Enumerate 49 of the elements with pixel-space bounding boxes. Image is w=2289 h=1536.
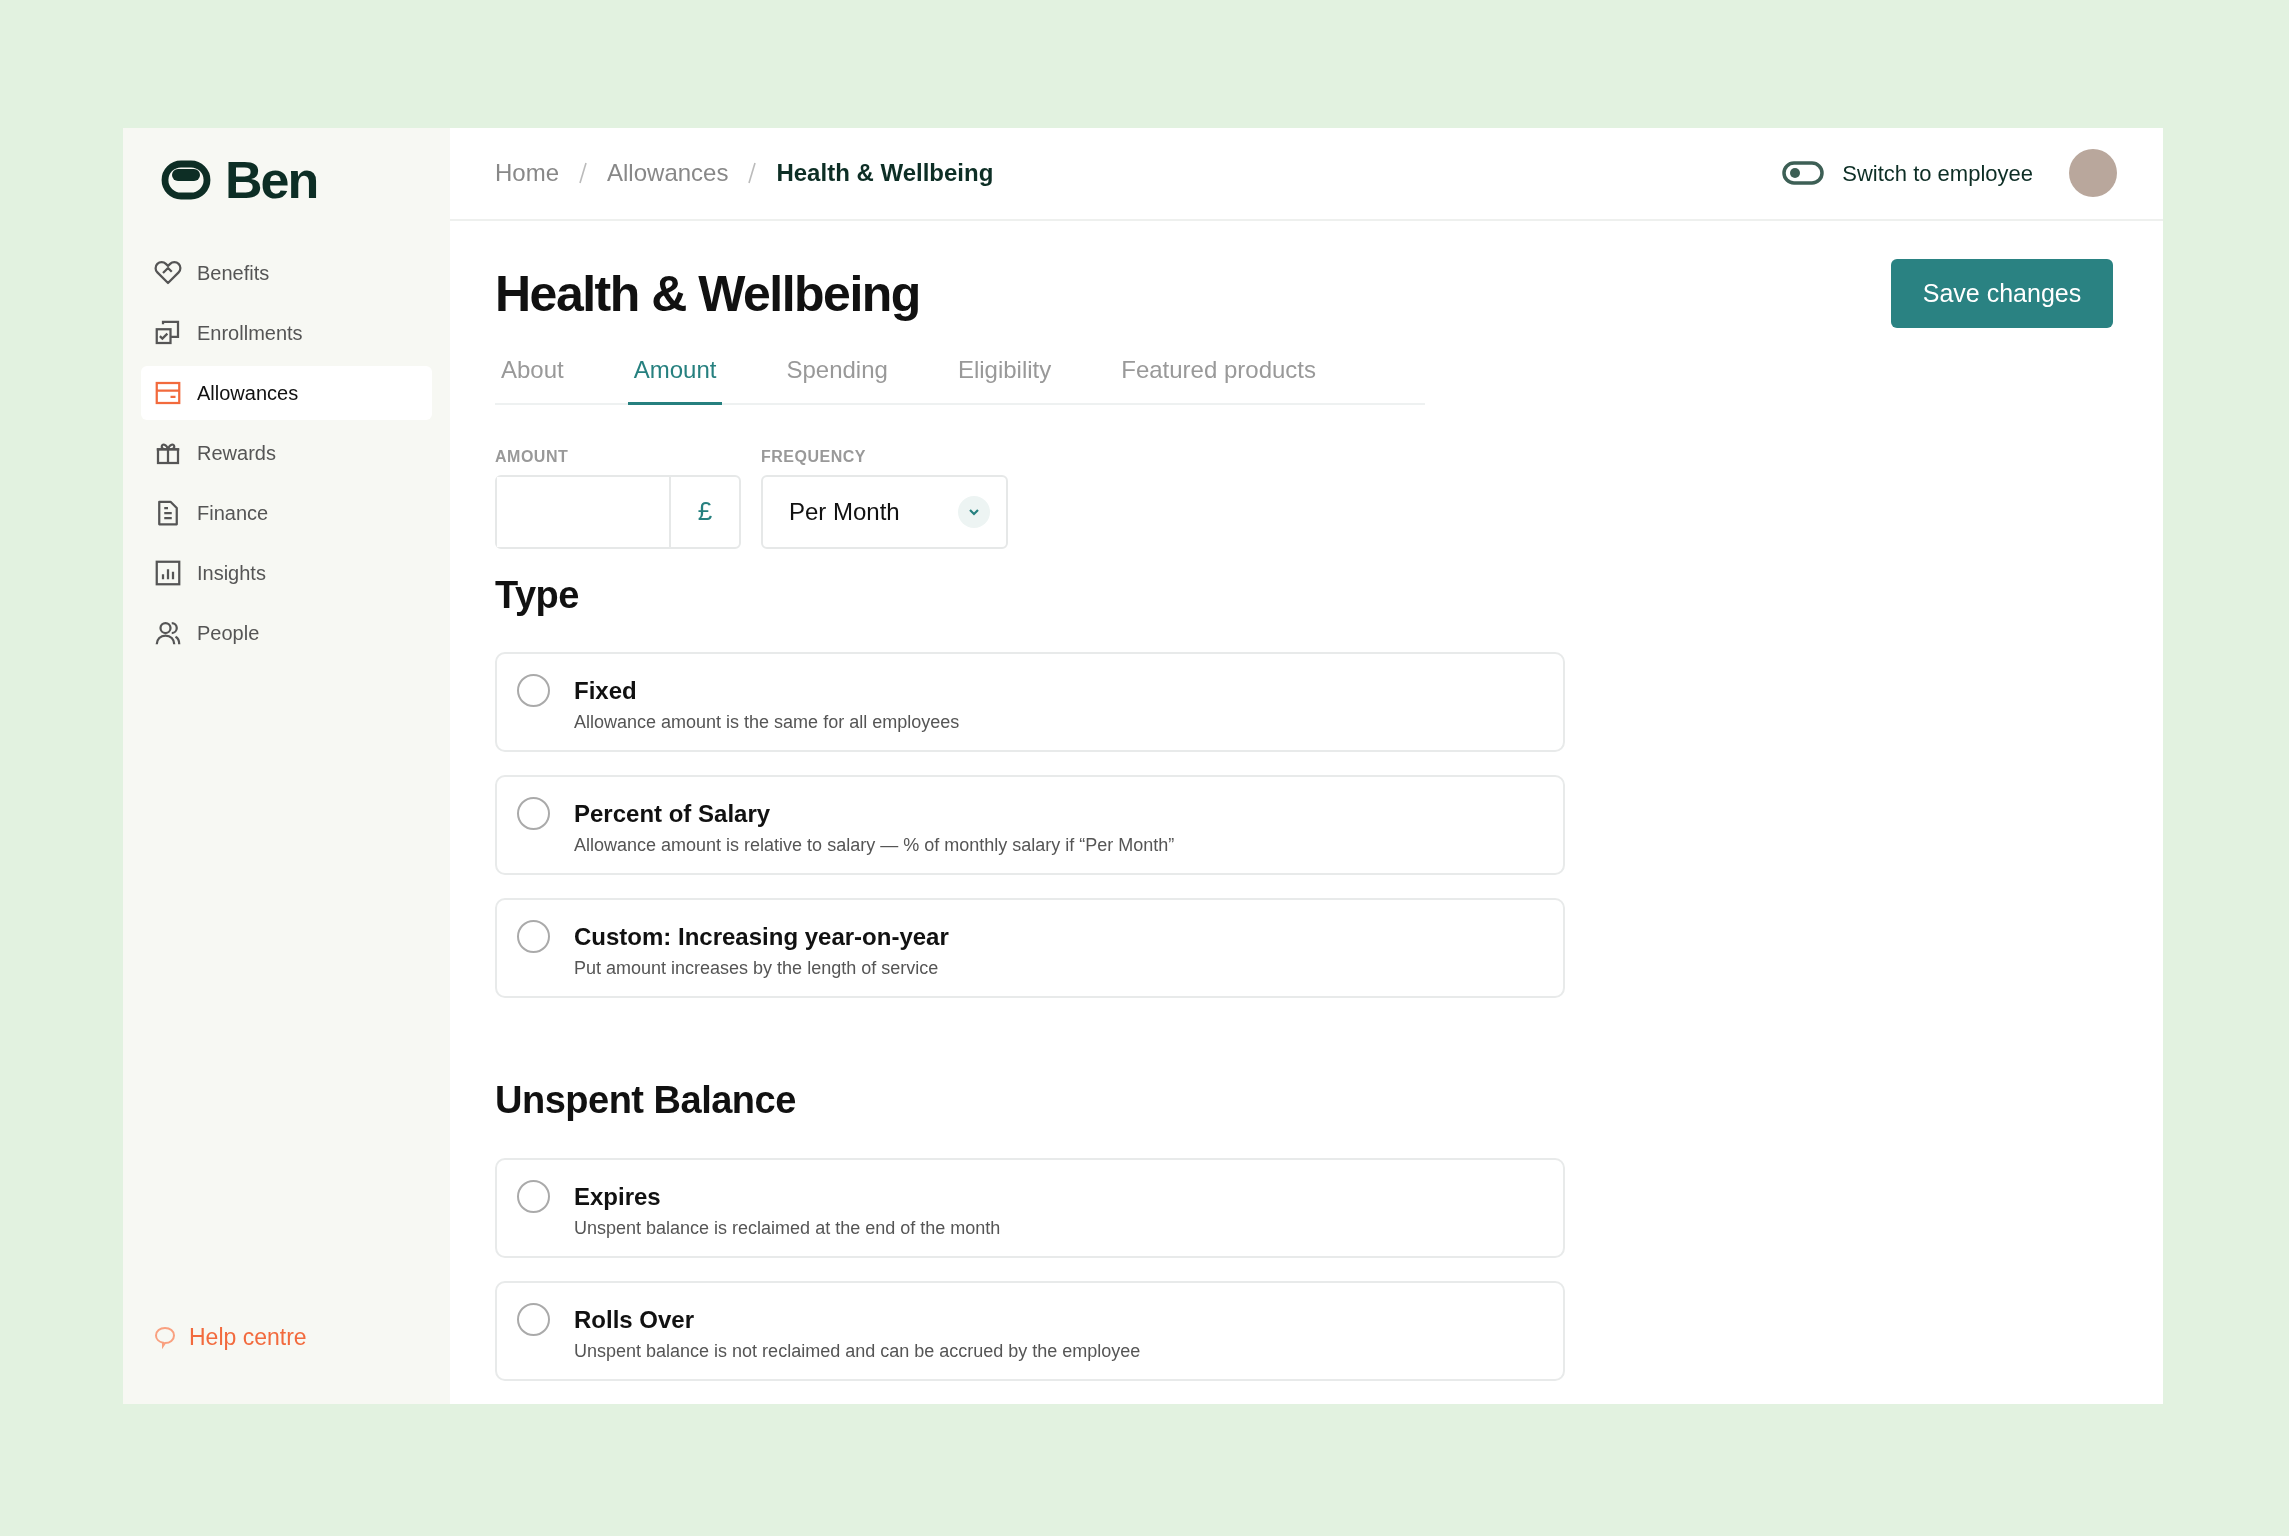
toggle-switch[interactable]: [1782, 160, 1825, 187]
frequency-select[interactable]: Per Month: [761, 474, 1008, 549]
radio-option-card[interactable]: Percent of Salary Allowance amount is relative to salary — % of monthly salary if “Per Month”: [495, 775, 1565, 876]
save-changes-button[interactable]: Save changes: [1891, 258, 2113, 328]
radio-option-card[interactable]: Expires Unspent balance is reclaimed at the end of the month: [495, 1158, 1565, 1258]
avatar-placeholder[interactable]: [2069, 149, 2117, 198]
option-title: Fixed: [574, 677, 638, 707]
tab[interactable]: Amount: [627, 347, 723, 405]
sidebar-item[interactable]: Finance: [141, 486, 432, 540]
option-description: Allowance amount is relative to salary — % of monthly salary if “Per Month”: [574, 834, 1175, 858]
page-title: Health & Wellbeing: [495, 266, 921, 322]
option-description: Put amount increases by the length of service: [574, 957, 940, 981]
breadcrumb-item: Health & Wellbeing: [776, 158, 994, 189]
option-description: Unspent balance is not reclaimed and can be accrued by the employee: [574, 1339, 1141, 1363]
sidebar-item[interactable]: People: [141, 606, 432, 660]
breadcrumb-item[interactable]: Allowances: [607, 155, 729, 192]
section-heading: Type: [495, 572, 580, 618]
radio-button[interactable]: [517, 674, 550, 708]
option-title: Percent of Salary: [574, 800, 772, 830]
sidebar-item[interactable]: Allowances: [141, 366, 432, 420]
amount-field[interactable]: £: [495, 474, 741, 549]
slash-separator-icon: [577, 161, 590, 186]
option-title: Expires: [574, 1183, 662, 1212]
option-title: Custom: Increasing year-on-year: [574, 923, 949, 953]
radio-option-card[interactable]: Fixed Allowance amount is the same for all employees: [495, 652, 1565, 753]
option-description: Unspent balance is reclaimed at the end of the month: [574, 1216, 1001, 1240]
logo-text: Ben: [225, 154, 318, 206]
radio-button[interactable]: [517, 797, 550, 831]
field-label: AMOUNT: [495, 446, 570, 467]
sidebar-item[interactable]: Enrollments: [141, 306, 432, 360]
field-label: FREQUENCY: [761, 446, 867, 467]
bar-chart-icon: [153, 558, 183, 588]
slash-separator-icon: [746, 161, 759, 186]
radio-button[interactable]: [517, 1303, 550, 1336]
speech-bubble-icon: [153, 1324, 177, 1349]
switch-label: Switch to employee: [1842, 159, 2033, 188]
currency-symbol: £: [696, 495, 714, 529]
breadcrumb-item[interactable]: Home: [495, 155, 560, 192]
option-title: Rolls Over: [574, 1306, 696, 1335]
radio-option-card[interactable]: Custom: Increasing year-on-year Put amount increases by the length of service: [495, 898, 1565, 999]
section-heading: Unspent Balance: [495, 1078, 797, 1124]
radio-button[interactable]: [517, 1180, 550, 1213]
sidebar-item[interactable]: Benefits: [141, 246, 432, 300]
option-description: Allowance amount is the same for all employees: [574, 711, 960, 735]
radio-option-card[interactable]: Rolls Over Unspent balance is not reclaimed and can be accrued by the employee: [495, 1281, 1565, 1381]
radio-button[interactable]: [517, 920, 550, 954]
sidebar-item[interactable]: Insights: [141, 546, 432, 600]
chevron-down-icon: [958, 495, 990, 528]
sidebar-item[interactable]: Rewards: [141, 426, 432, 480]
